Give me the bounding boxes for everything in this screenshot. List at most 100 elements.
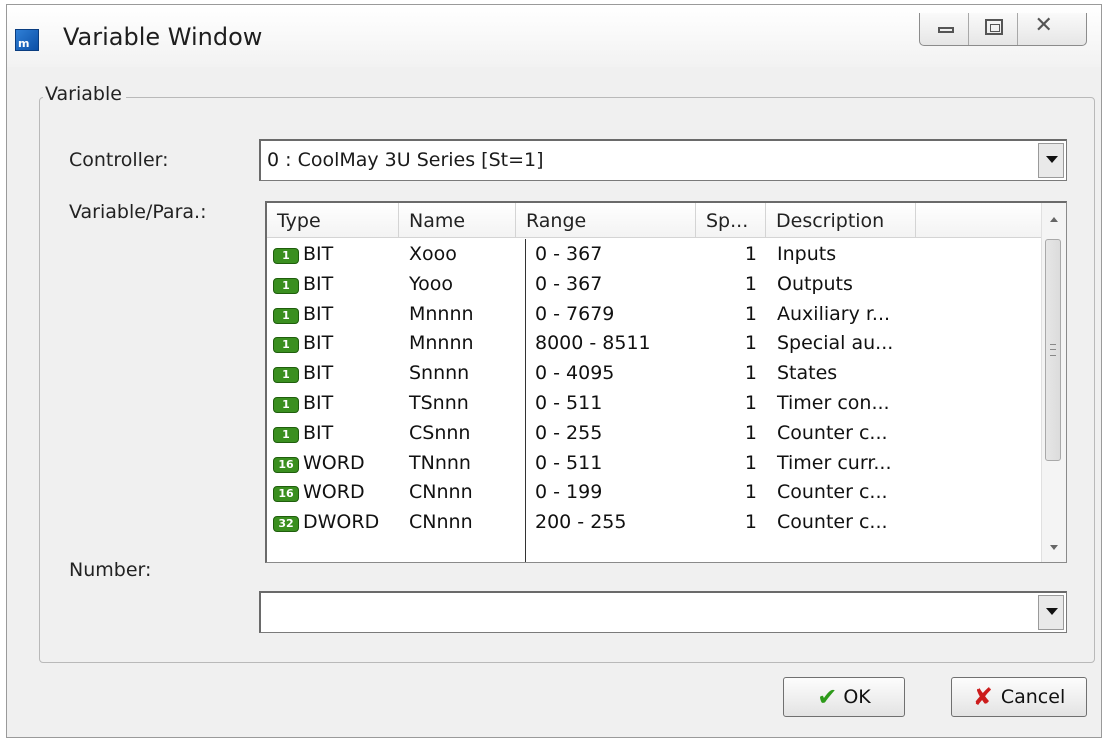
sp-cell: 1 <box>744 511 757 534</box>
app-icon-letter: m <box>18 37 30 50</box>
app-icon: m <box>15 29 39 51</box>
cancel-x-icon: ✘ <box>972 683 993 711</box>
table-row[interactable]: 1 BIT Mnnnn 8000 - 8511 1 Special au... <box>267 328 1043 358</box>
sp-cell: 1 <box>744 332 757 355</box>
close-button[interactable]: ✕ <box>1018 13 1086 45</box>
range-cell: 0 - 199 <box>535 481 603 504</box>
sp-cell: 1 <box>744 243 757 265</box>
name-cell: CNnnn <box>409 481 473 504</box>
name-cell: Snnnn <box>409 362 470 385</box>
type-cell: 32 DWORD <box>273 511 379 533</box>
name-cell: Yooo <box>409 272 453 295</box>
scroll-up-icon[interactable] <box>1050 217 1058 222</box>
column-header-type[interactable]: Type <box>267 203 399 237</box>
list-header: Type Name Range Sp... Description <box>267 203 1043 238</box>
controller-select[interactable]: 0 : CoolMay 3U Series [St=1] <box>259 139 1067 181</box>
type-cell: 1 BIT <box>273 422 333 444</box>
type-badge-icon: 1 <box>273 367 299 384</box>
range-cell: 0 - 367 <box>535 272 603 295</box>
type-cell: 1 BIT <box>273 243 333 265</box>
table-row[interactable]: 1 BIT Mnnnn 0 - 7679 1 Auxiliary r... <box>267 299 1043 329</box>
scroll-grip-icon <box>1050 344 1056 356</box>
name-cell: TNnnn <box>409 451 471 474</box>
sp-cell: 1 <box>744 391 757 414</box>
variable-label: Variable/Para.: <box>69 201 207 223</box>
column-header-sp[interactable]: Sp... <box>696 203 766 237</box>
type-badge-icon: 1 <box>273 337 299 354</box>
cancel-button-label: Cancel <box>1000 686 1066 708</box>
variable-list[interactable]: Type Name Range Sp... Description 1 BIT Xo… <box>265 201 1067 563</box>
name-cell: Mnnnn <box>409 302 474 325</box>
type-badge-icon: 16 <box>273 486 299 503</box>
range-cell: 200 - 255 <box>535 511 627 534</box>
controller-label: Controller: <box>69 149 169 171</box>
type-text: WORD <box>303 481 365 504</box>
number-select[interactable] <box>259 591 1067 633</box>
table-row[interactable]: 1 BIT Xooo 0 - 367 1 Inputs <box>267 239 1043 269</box>
close-icon: ✕ <box>1034 13 1053 38</box>
type-badge-icon: 1 <box>273 248 299 264</box>
sp-cell: 1 <box>744 362 757 385</box>
restore-icon <box>985 19 1004 35</box>
scroll-down-icon[interactable] <box>1050 545 1058 550</box>
title-bar[interactable]: m Variable Window ✕ <box>7 5 1101 67</box>
maximize-button[interactable] <box>969 13 1019 45</box>
sp-cell: 1 <box>744 481 757 504</box>
type-text: WORD <box>303 451 365 474</box>
description-cell: Timer con... <box>777 391 890 414</box>
column-header-description[interactable]: Description <box>766 203 916 237</box>
sp-cell: 1 <box>744 421 757 444</box>
table-row[interactable]: 16 WORD CNnnn 0 - 199 1 Counter c... <box>267 477 1043 507</box>
cancel-button[interactable]: ✘ Cancel <box>951 677 1087 717</box>
minimize-button[interactable] <box>920 13 970 45</box>
type-badge-icon: 1 <box>273 426 299 443</box>
range-cell: 8000 - 8511 <box>535 332 651 355</box>
type-cell: 16 WORD <box>273 452 365 474</box>
controller-value: 0 : CoolMay 3U Series [St=1] <box>267 149 544 171</box>
table-row[interactable]: 1 BIT Snnnn 0 - 4095 1 States <box>267 358 1043 388</box>
type-badge-icon: 1 <box>273 277 299 294</box>
controller-dropdown-button[interactable] <box>1038 143 1064 178</box>
window-title: Variable Window <box>63 23 263 51</box>
description-cell: Timer curr... <box>777 451 892 474</box>
type-badge-icon: 1 <box>273 396 299 413</box>
variable-window: m Variable Window ✕ Variable Controller:… <box>6 4 1102 738</box>
description-cell: Auxiliary r... <box>777 302 891 325</box>
type-badge-icon: 32 <box>273 516 299 533</box>
scroll-thumb[interactable] <box>1045 239 1061 461</box>
column-header-filler <box>916 203 1043 237</box>
column-header-range[interactable]: Range <box>516 203 696 237</box>
type-text: BIT <box>303 421 334 444</box>
minimize-icon <box>938 27 954 33</box>
name-cell: CNnnn <box>409 511 473 534</box>
window-controls: ✕ <box>919 13 1087 46</box>
range-cell: 0 - 255 <box>535 421 603 444</box>
type-cell: 1 BIT <box>273 273 333 295</box>
range-cell: 0 - 7679 <box>535 302 615 325</box>
type-text: BIT <box>303 272 334 295</box>
description-cell: Counter c... <box>777 511 888 534</box>
description-cell: States <box>777 362 838 385</box>
description-cell: Counter c... <box>777 481 888 504</box>
table-row[interactable]: 1 BIT TSnnn 0 - 511 1 Timer con... <box>267 388 1043 418</box>
type-cell: 1 BIT <box>273 303 333 325</box>
table-row[interactable]: 1 BIT CSnnn 0 - 255 1 Counter c... <box>267 418 1043 448</box>
column-header-name[interactable]: Name <box>399 203 516 237</box>
type-cell: 1 BIT <box>273 332 333 354</box>
sp-cell: 1 <box>744 451 757 474</box>
type-badge-icon: 16 <box>273 456 299 473</box>
variable-group-label: Variable <box>43 83 126 105</box>
vertical-scrollbar[interactable] <box>1041 203 1066 562</box>
number-label: Number: <box>69 559 152 581</box>
table-row[interactable]: 32 DWORD CNnnn 200 - 255 1 Counter c... <box>267 507 1043 537</box>
list-rows: 1 BIT Xooo 0 - 367 1 Inputs 1 BIT Yooo 0 - 367 1 Ou… <box>267 239 1043 537</box>
type-badge-icon: 1 <box>273 307 299 324</box>
name-cell: CSnnn <box>409 421 471 444</box>
type-text: BIT <box>303 362 334 385</box>
table-row[interactable]: 16 WORD TNnnn 0 - 511 1 Timer curr... <box>267 448 1043 478</box>
range-cell: 0 - 367 <box>535 243 603 265</box>
ok-button[interactable]: ✔ OK <box>783 677 905 717</box>
number-dropdown-button[interactable] <box>1038 595 1064 630</box>
table-row[interactable]: 1 BIT Yooo 0 - 367 1 Outputs <box>267 269 1043 299</box>
description-cell: Counter c... <box>777 421 888 444</box>
